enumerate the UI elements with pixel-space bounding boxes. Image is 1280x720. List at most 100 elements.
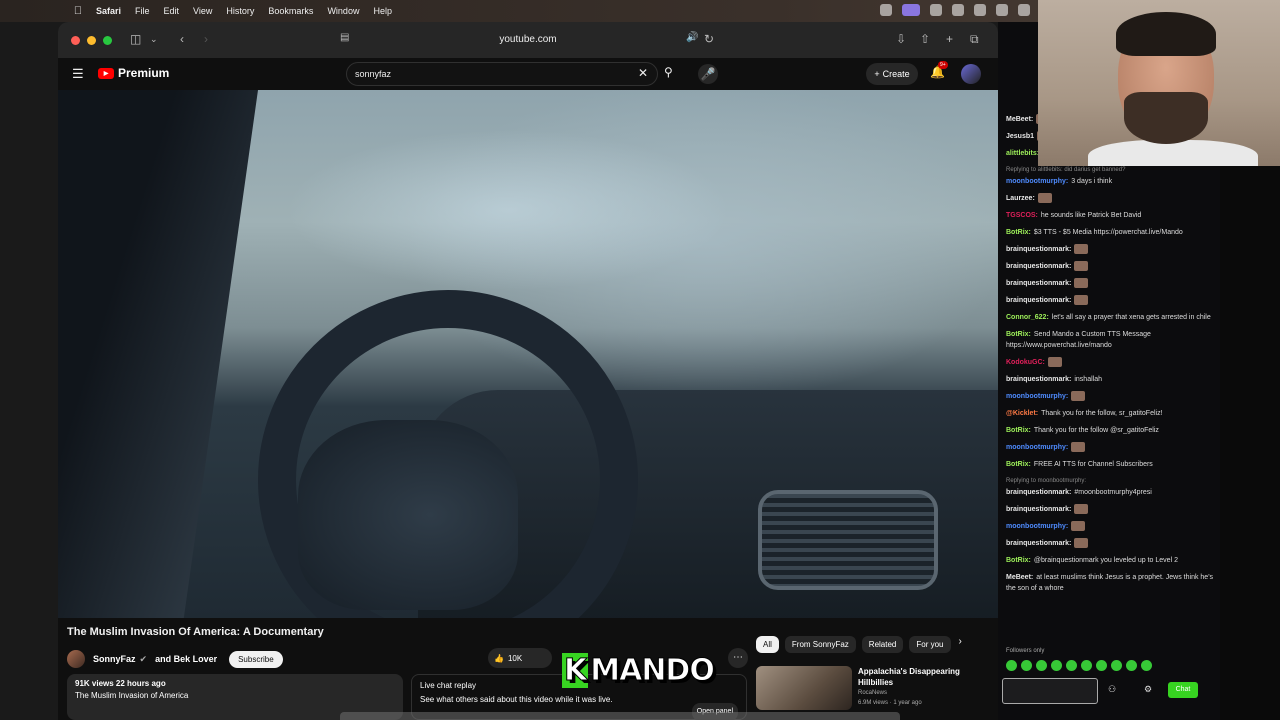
users-icon[interactable]: ⚇ (1108, 684, 1116, 695)
emote-icon[interactable] (1006, 660, 1017, 671)
tray-window-icon[interactable] (974, 4, 986, 16)
subscribe-button[interactable]: Subscribe (229, 650, 283, 668)
macos-dock (340, 712, 900, 720)
bluetooth-icon[interactable] (1018, 4, 1030, 16)
channel-avatar[interactable] (67, 650, 85, 668)
chat-username[interactable]: brainquestionmark: (1006, 376, 1071, 383)
emote-icon[interactable] (1096, 660, 1107, 671)
chat-username[interactable]: brainquestionmark: (1006, 540, 1071, 547)
download-icon[interactable]: ⇩ (896, 32, 906, 46)
chat-username[interactable]: alittlebits: (1006, 150, 1039, 157)
create-button[interactable]: + Create (866, 63, 918, 85)
chat-username[interactable]: BotRix: (1006, 427, 1031, 434)
chat-username[interactable]: BotRix: (1006, 557, 1031, 564)
new-tab-icon[interactable]: + (946, 32, 953, 46)
logo-text: MANDO (590, 652, 716, 688)
emote-icon[interactable] (1066, 660, 1077, 671)
menu-history[interactable]: History (226, 6, 254, 16)
chat-username[interactable]: MeBeet: (1006, 116, 1033, 123)
emote-icon[interactable] (1036, 660, 1047, 671)
chat-username[interactable]: TGSCOS: (1006, 212, 1038, 219)
chat-message: brainquestionmark: inshallah (1006, 374, 1218, 385)
chat-message: brainquestionmark: (1006, 504, 1218, 515)
minimize-window-button[interactable] (87, 36, 96, 45)
wifi-icon[interactable] (996, 4, 1008, 16)
video-player[interactable] (58, 90, 998, 618)
chat-username[interactable]: @Kicklet: (1006, 410, 1038, 417)
account-avatar[interactable] (961, 64, 981, 84)
menu-file[interactable]: File (135, 6, 150, 16)
menu-help[interactable]: Help (373, 6, 392, 16)
sidebar-toggle-icon[interactable]: ◫ (130, 32, 141, 46)
address-bar[interactable]: youtube.com (338, 30, 718, 50)
emote-icon[interactable] (1021, 660, 1032, 671)
chevron-down-icon[interactable]: ⌄ (150, 34, 158, 45)
emote-icon[interactable] (1081, 660, 1092, 671)
chat-username[interactable]: brainquestionmark: (1006, 263, 1071, 270)
reader-icon[interactable]: ▤ (340, 32, 349, 43)
chat-text: #moonbootmurphy4presi (1074, 489, 1152, 496)
emote-icon[interactable] (1141, 660, 1152, 671)
search-input[interactable]: sonnyfaz (346, 62, 658, 86)
chat-username[interactable]: Laurzee: (1006, 195, 1035, 202)
chat-username[interactable]: brainquestionmark: (1006, 489, 1071, 496)
chat-username[interactable]: brainquestionmark: (1006, 297, 1071, 304)
chat-username[interactable]: MeBeet: (1006, 574, 1033, 581)
chip-for-you[interactable]: For you (909, 636, 951, 653)
chat-username[interactable]: brainquestionmark: (1006, 280, 1071, 287)
menu-bookmarks[interactable]: Bookmarks (268, 6, 313, 16)
menu-edit[interactable]: Edit (164, 6, 180, 16)
menu-app-name[interactable]: Safari (96, 6, 121, 16)
tab-overview-icon[interactable]: ⧉ (970, 32, 979, 47)
tray-app-icon[interactable] (930, 4, 942, 16)
chat-input[interactable] (1002, 678, 1098, 704)
chat-username[interactable]: BotRix: (1006, 229, 1031, 236)
menu-window[interactable]: Window (327, 6, 359, 16)
chat-username[interactable]: Connor_622: (1006, 314, 1049, 321)
recommended-thumbnail[interactable] (756, 666, 852, 710)
chat-username[interactable]: moonbootmurphy: (1006, 178, 1068, 185)
chat-username[interactable]: moonbootmurphy: (1006, 393, 1068, 400)
emote-icon[interactable] (1111, 660, 1122, 671)
chat-username[interactable]: moonbootmurphy: (1006, 523, 1068, 530)
hamburger-menu-icon[interactable]: ☰ (72, 66, 84, 82)
chat-username[interactable]: BotRix: (1006, 331, 1031, 338)
close-window-button[interactable] (71, 36, 80, 45)
emote-icon[interactable] (1126, 660, 1137, 671)
chat-send-button[interactable]: Chat (1168, 682, 1198, 698)
zoom-window-button[interactable] (103, 36, 112, 45)
back-icon[interactable]: ‹ (180, 32, 184, 46)
share-icon[interactable]: ⇧ (920, 32, 930, 46)
more-actions-icon[interactable]: ⋯ (728, 648, 748, 668)
chevron-right-icon[interactable]: › (959, 636, 962, 653)
collab-text[interactable]: and Bek Lover (155, 654, 217, 664)
chip-related[interactable]: Related (861, 636, 904, 653)
apple-menu-icon[interactable]:  (70, 3, 86, 19)
voice-search-icon[interactable]: 🎤 (698, 64, 718, 84)
chat-username[interactable]: moonbootmurphy: (1006, 444, 1068, 451)
recommended-video[interactable]: Appalachia's Disappearing Hillbillies Ro… (756, 664, 996, 712)
forward-icon[interactable]: › (204, 32, 208, 46)
chat-username[interactable]: brainquestionmark: (1006, 506, 1071, 513)
youtube-premium-logo[interactable]: ▶ Premium (98, 66, 169, 80)
menu-view[interactable]: View (193, 6, 212, 16)
chip-all[interactable]: All (756, 636, 779, 653)
like-button[interactable]: 👍 10K (488, 648, 552, 668)
create-label: Create (882, 69, 910, 79)
reload-icon[interactable]: ↻ (704, 32, 714, 46)
tray-app-icon[interactable] (880, 4, 892, 16)
chat-username[interactable]: BotRix: (1006, 461, 1031, 468)
audio-playing-icon[interactable]: 🔊 (686, 32, 698, 43)
search-icon[interactable]: ⚲ (664, 65, 673, 79)
tray-clock-icon[interactable] (952, 4, 964, 16)
channel-name[interactable]: SonnyFaz (93, 654, 136, 664)
settings-gear-icon[interactable]: ⚙ (1144, 684, 1152, 695)
chat-username[interactable]: Jesusb1 (1006, 133, 1034, 140)
chat-username[interactable]: KodokuGC: (1006, 359, 1045, 366)
clear-search-icon[interactable]: ✕ (638, 66, 648, 80)
chip-from-channel[interactable]: From SonnyFaz (784, 636, 856, 653)
recommended-title[interactable]: Appalachia's Disappearing Hillbillies (858, 666, 978, 688)
tray-screen-recorder-icon[interactable] (902, 4, 920, 16)
chat-username[interactable]: brainquestionmark: (1006, 246, 1071, 253)
emote-icon[interactable] (1051, 660, 1062, 671)
